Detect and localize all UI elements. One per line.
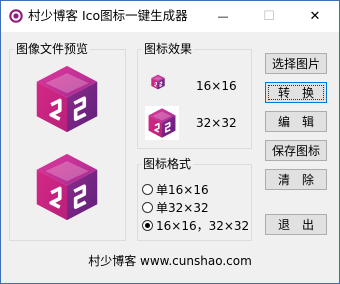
- image-preview-title: 图像文件预览: [14, 41, 91, 57]
- radio-16[interactable]: [142, 183, 153, 195]
- format-option-16[interactable]: 单16×16: [142, 181, 209, 197]
- icon-size-label-16: 16×16: [196, 79, 237, 93]
- minimize-button[interactable]: —: [200, 1, 246, 31]
- maximize-button[interactable]: ☐: [246, 1, 292, 31]
- save-icon-button[interactable]: 保存图标: [265, 140, 327, 161]
- radio-both[interactable]: [142, 219, 153, 231]
- icon-format-title: 图标格式: [141, 157, 194, 171]
- preview-image-bottom: [34, 152, 100, 222]
- format-option-16-label: 单16×16: [156, 182, 209, 197]
- icon-effect-panel: 图标效果 16×16 32×32: [137, 41, 252, 149]
- radio-32[interactable]: [142, 201, 153, 213]
- app-window: 村少博客 Ico图标一键生成器 — ☐ ✕ 图像文件预览 图标效果 16×16 …: [0, 0, 340, 284]
- close-icon: ✕: [309, 8, 321, 24]
- exit-button[interactable]: 退 出: [265, 214, 327, 235]
- format-option-32[interactable]: 单32×32: [142, 199, 209, 215]
- maximize-icon: ☐: [263, 8, 275, 24]
- close-button[interactable]: ✕: [292, 1, 338, 31]
- select-image-button[interactable]: 选择图片: [265, 53, 327, 74]
- icon-effect-title: 图标效果: [142, 41, 195, 57]
- format-option-32-label: 单32×32: [156, 200, 209, 215]
- convert-button[interactable]: 转 换: [265, 82, 327, 103]
- window-title: 村少博客 Ico图标一键生成器: [28, 8, 188, 23]
- minimize-icon: —: [217, 9, 229, 23]
- format-option-both[interactable]: 16×16，32×32: [142, 217, 249, 233]
- app-logo-icon: [9, 9, 23, 23]
- edit-button[interactable]: 编 辑: [265, 111, 327, 132]
- icon-preview-32: [147, 107, 177, 139]
- icon-size-label-32: 32×32: [196, 116, 237, 130]
- clear-button[interactable]: 清 除: [265, 169, 327, 190]
- image-preview-panel: 图像文件预览: [9, 41, 126, 241]
- icon-preview-32-frame: [145, 106, 179, 140]
- preview-image-top: [34, 64, 100, 134]
- footer-credit: 村少博客 www.cunshao.com: [88, 254, 252, 268]
- format-option-both-label: 16×16，32×32: [156, 218, 250, 233]
- icon-preview-16: [150, 74, 166, 90]
- title-bar[interactable]: 村少博客 Ico图标一键生成器 — ☐ ✕: [1, 1, 339, 32]
